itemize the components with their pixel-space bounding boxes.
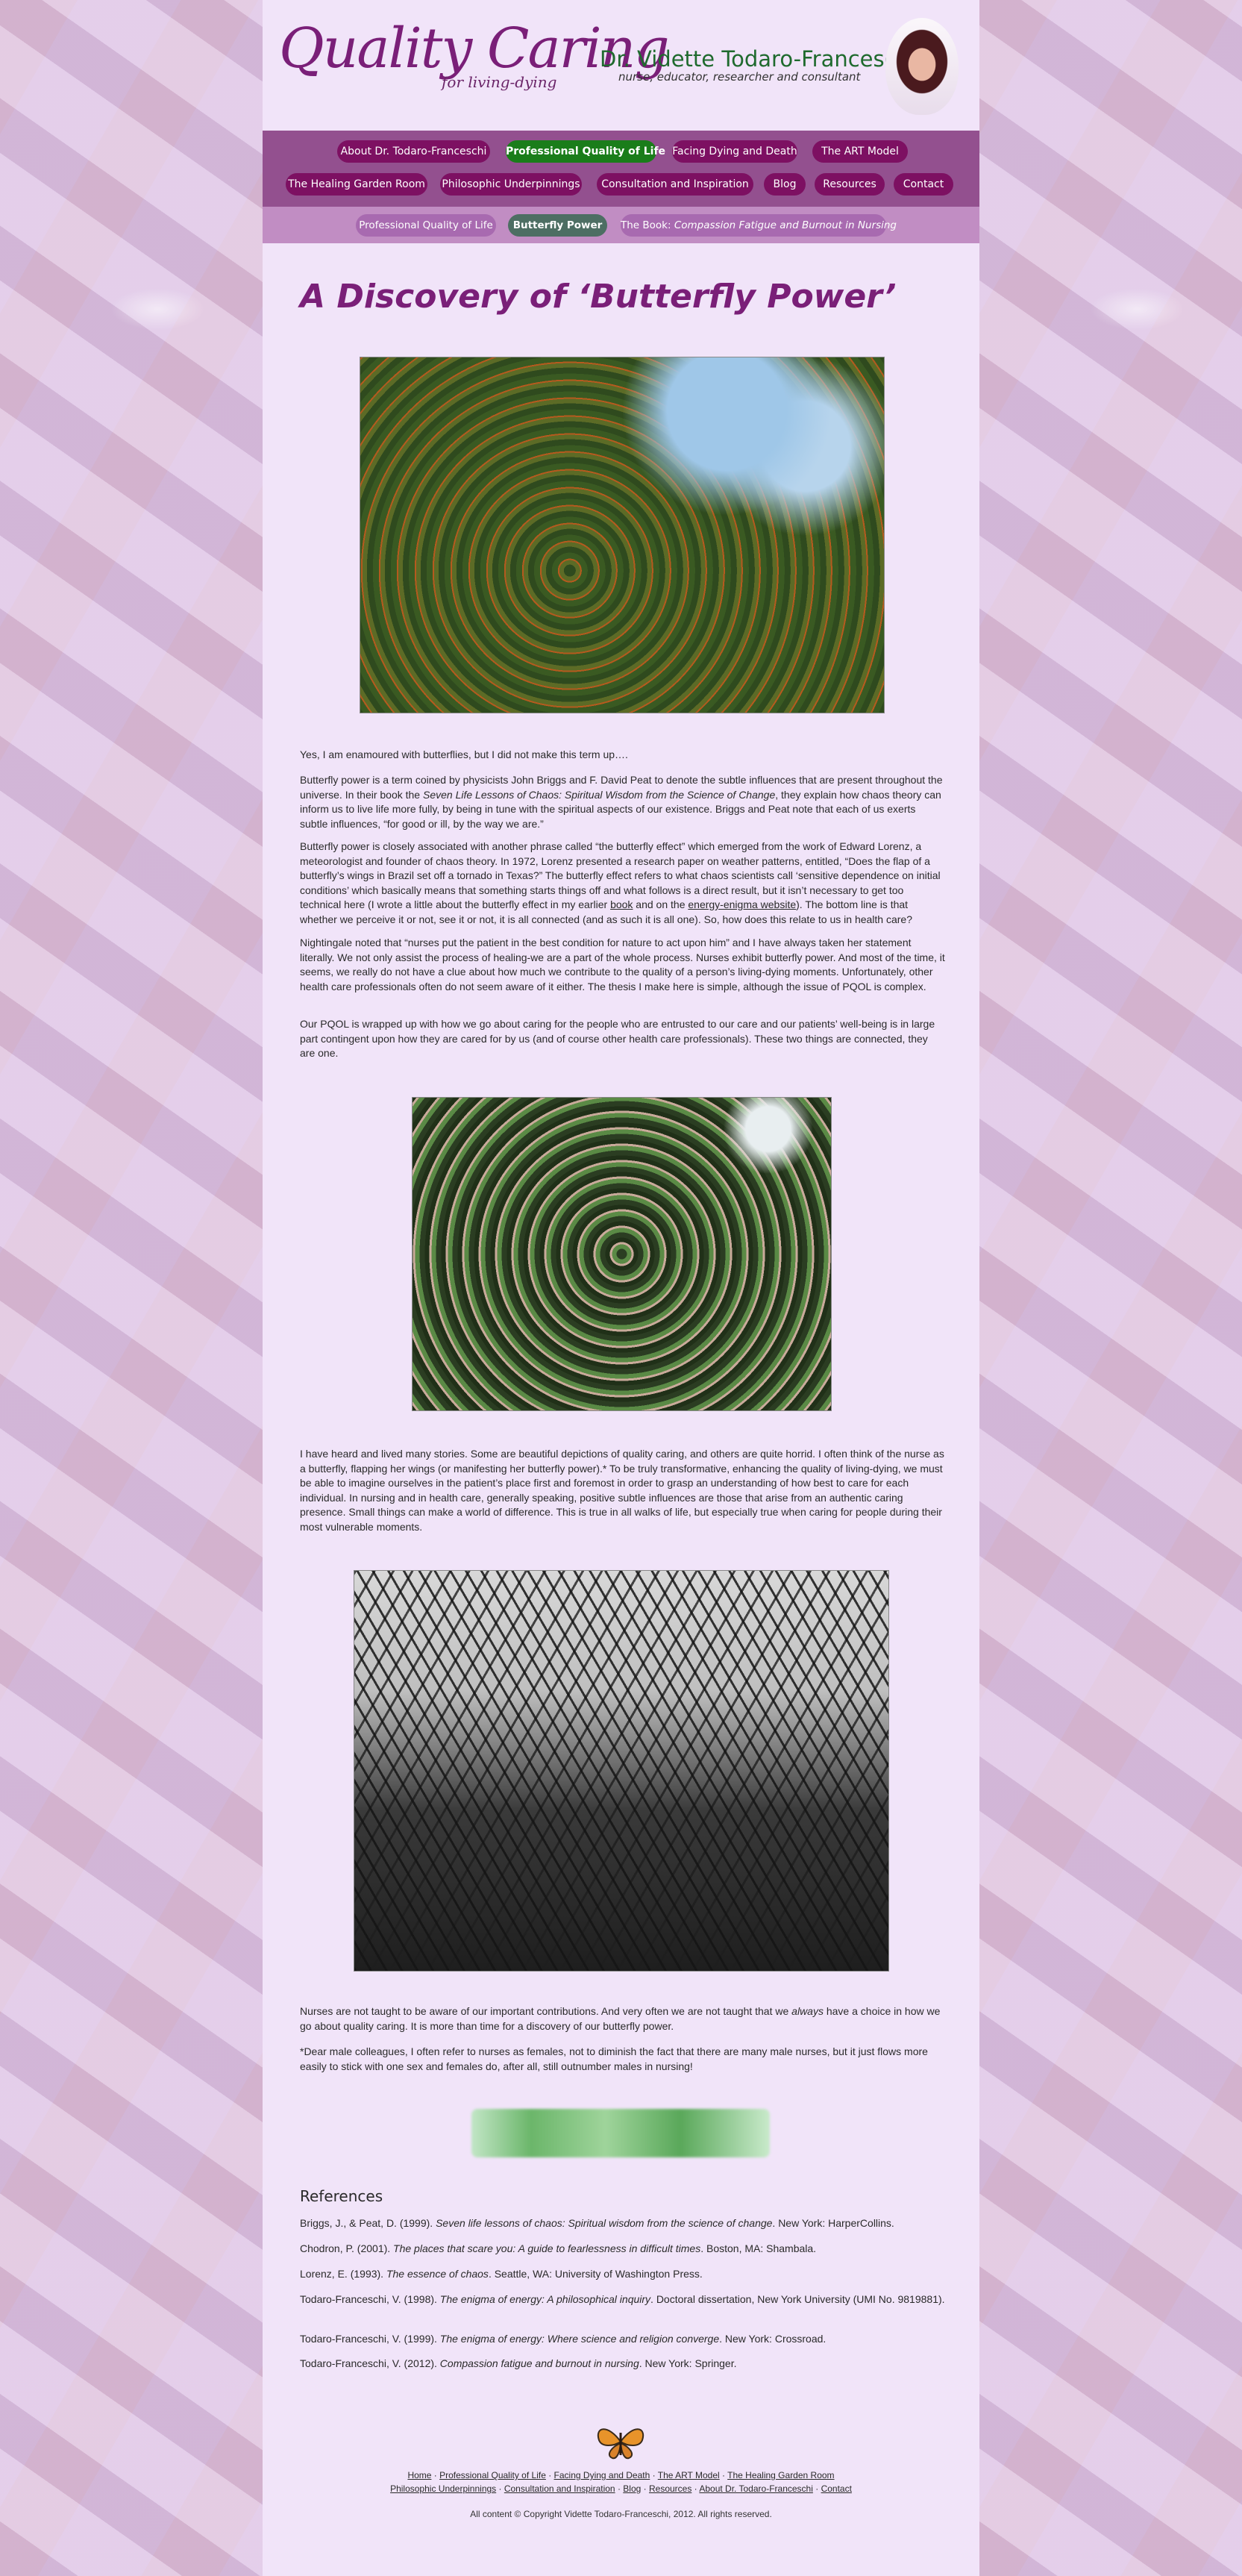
reference-item: Todaro-Franceschi, V. (2012). Compassion… bbox=[300, 2357, 945, 2372]
ref-title: The enigma of energy: A philosophical in… bbox=[439, 2293, 651, 2305]
copyright-notice: All content © Copyright Vidette Todaro-F… bbox=[470, 2509, 772, 2519]
site-header: Quality Caring for living-dying Dr. Vide… bbox=[263, 0, 979, 131]
ref-publisher: . Boston, MA: Shambala. bbox=[700, 2242, 817, 2254]
footer-separator: · bbox=[812, 2483, 821, 2494]
text-span: and on the bbox=[633, 898, 689, 910]
ref-publisher: . Seattle, WA: University of Washington … bbox=[488, 2268, 703, 2280]
nav-about[interactable]: About Dr. Todaro-Franceschi bbox=[337, 140, 490, 163]
book-link[interactable]: book bbox=[610, 898, 633, 910]
monarch-butterflies-in-tree-photo bbox=[360, 357, 885, 713]
subnav-book-compassion-fatigue[interactable]: The Book: Compassion Fatigue and Burnout… bbox=[621, 214, 897, 237]
footer-link-professional-quality-of-life[interactable]: Professional Quality of Life bbox=[439, 2470, 546, 2480]
reference-item: Todaro-Franceschi, V. (1999). The enigma… bbox=[300, 2332, 945, 2347]
nav-blog[interactable]: Blog bbox=[764, 173, 806, 196]
paragraph-butterfly-power-definition: Butterfly power is a term coined by phys… bbox=[300, 773, 945, 831]
book-title-emphasis: Seven Life Lessons of Chaos: Spiritual W… bbox=[423, 788, 776, 801]
background-butterfly-pattern-right bbox=[979, 0, 1242, 2576]
footer-links-row-2: Philosophic Underpinnings · Consultation… bbox=[263, 2483, 979, 2494]
paragraph-butterfly-effect: Butterfly power is closely associated wi… bbox=[300, 840, 945, 927]
ref-author: Chodron, P. (2001). bbox=[300, 2242, 394, 2254]
paragraph-stories: I have heard and lived many stories. Som… bbox=[300, 1448, 944, 1533]
nav-consultation-and-inspiration[interactable]: Consultation and Inspiration bbox=[597, 173, 753, 196]
footer-link-facing-dying-and-death[interactable]: Facing Dying and Death bbox=[554, 2470, 650, 2480]
footer-link-art-model[interactable]: The ART Model bbox=[658, 2470, 720, 2480]
background-butterfly-pattern-left bbox=[0, 0, 263, 2576]
reference-item: Todaro-Franceschi, V. (1998). The enigma… bbox=[300, 2292, 945, 2307]
paragraph-nurses-awareness: Nurses are not taught to be aware of our… bbox=[300, 2004, 945, 2033]
nav-philosophic-underpinnings[interactable]: Philosophic Underpinnings bbox=[440, 173, 582, 196]
subnav-professional-quality-of-life[interactable]: Professional Quality of Life bbox=[356, 214, 496, 237]
paragraph-footnote: *Dear male colleagues, I often refer to … bbox=[300, 2045, 928, 2072]
energy-enigma-website-link[interactable]: energy-enigma website bbox=[688, 898, 796, 910]
nav-resources[interactable]: Resources bbox=[815, 173, 885, 196]
footer-separator: · bbox=[641, 2483, 649, 2494]
footer-link-resources[interactable]: Resources bbox=[649, 2483, 691, 2494]
text-span: Nurses are not taught to be aware of our… bbox=[300, 2005, 792, 2017]
nav-healing-garden-room[interactable]: The Healing Garden Room bbox=[286, 173, 427, 196]
reference-item: Briggs, J., & Peat, D. (1999). Seven lif… bbox=[300, 2216, 945, 2231]
footer-link-blog[interactable]: Blog bbox=[623, 2483, 641, 2494]
ref-title: The essence of chaos bbox=[386, 2268, 489, 2280]
butterfly-silhouettes-pine-photo bbox=[354, 1570, 889, 1972]
author-portrait bbox=[885, 18, 959, 115]
author-name: Dr. Vidette Todaro-Franceschi bbox=[600, 46, 916, 72]
footer-separator: · bbox=[691, 2483, 700, 2494]
footer-separator: · bbox=[615, 2483, 624, 2494]
subnav-book-title: Compassion Fatigue and Burnout in Nursin… bbox=[674, 219, 897, 231]
nav-contact[interactable]: Contact bbox=[894, 173, 953, 196]
green-leaves-divider-image bbox=[471, 2109, 770, 2157]
footer-separator: · bbox=[545, 2470, 554, 2480]
main-navigation: About Dr. Todaro-Franceschi Professional… bbox=[263, 131, 979, 207]
ref-title: The enigma of energy: Where science and … bbox=[439, 2333, 720, 2345]
ref-author: Todaro-Franceschi, V. (2012). bbox=[300, 2357, 440, 2369]
reference-item: Chodron, P. (2001). The places that scar… bbox=[300, 2242, 945, 2257]
paragraph-pqol: Our PQOL is wrapped up with how we go ab… bbox=[300, 1018, 935, 1059]
ref-publisher: . Doctoral dissertation, New York Univer… bbox=[650, 2293, 945, 2305]
footer-link-home[interactable]: Home bbox=[407, 2470, 431, 2480]
footer-links-row-1: Home · Professional Quality of Life · Fa… bbox=[263, 2470, 979, 2480]
footer-separator: · bbox=[496, 2483, 504, 2494]
ref-author: Briggs, J., & Peat, D. (1999). bbox=[300, 2217, 436, 2229]
reference-item: Lorenz, E. (1993). The essence of chaos.… bbox=[300, 2267, 945, 2282]
ref-title: Compassion fatigue and burnout in nursin… bbox=[439, 2357, 639, 2369]
footer-link-philosophic-underpinnings[interactable]: Philosophic Underpinnings bbox=[390, 2483, 496, 2494]
footer-link-contact[interactable]: Contact bbox=[821, 2483, 852, 2494]
nav-art-model[interactable]: The ART Model bbox=[812, 140, 908, 163]
site-subtitle: for living-dying bbox=[442, 73, 557, 91]
subnav-book-prefix: The Book: bbox=[621, 219, 674, 231]
references-heading: References bbox=[300, 2187, 383, 2205]
emphasis-always: always bbox=[791, 2005, 824, 2017]
paragraph-nightingale: Nightingale noted that “nurses put the p… bbox=[300, 937, 945, 992]
ref-title: The places that scare you: A guide to fe… bbox=[393, 2242, 701, 2254]
footer-link-consultation-and-inspiration[interactable]: Consultation and Inspiration bbox=[504, 2483, 615, 2494]
ref-publisher: . New York: Crossroad. bbox=[719, 2333, 827, 2345]
ref-author: Todaro-Franceschi, V. (1999). bbox=[300, 2333, 440, 2345]
footer-separator: · bbox=[719, 2470, 728, 2480]
author-tagline: nurse, educator, researcher and consulta… bbox=[618, 70, 861, 84]
sub-navigation: Professional Quality of Life Butterfly P… bbox=[263, 207, 979, 243]
ref-author: Todaro-Franceschi, V. (1998). bbox=[300, 2293, 440, 2305]
butterflies-on-branches-photo bbox=[412, 1097, 832, 1411]
page-title: A Discovery of ‘Butterfly Power’ bbox=[300, 278, 897, 316]
footer-link-about[interactable]: About Dr. Todaro-Franceschi bbox=[699, 2483, 813, 2494]
ref-publisher: . New York: HarperCollins. bbox=[772, 2217, 894, 2229]
page-content: Quality Caring for living-dying Dr. Vide… bbox=[263, 0, 979, 2576]
ref-title: Seven life lessons of chaos: Spiritual w… bbox=[436, 2217, 773, 2229]
butterfly-logo-icon bbox=[597, 2428, 644, 2460]
subnav-butterfly-power[interactable]: Butterfly Power bbox=[508, 214, 607, 237]
ref-author: Lorenz, E. (1993). bbox=[300, 2268, 386, 2280]
ref-publisher: . New York: Springer. bbox=[639, 2357, 737, 2369]
footer-separator: · bbox=[650, 2470, 658, 2480]
footer-separator: · bbox=[431, 2470, 440, 2480]
footer-link-healing-garden-room[interactable]: The Healing Garden Room bbox=[727, 2470, 834, 2480]
nav-professional-quality-of-life[interactable]: Professional Quality of Life bbox=[506, 140, 665, 163]
nav-facing-dying-and-death[interactable]: Facing Dying and Death bbox=[672, 140, 797, 163]
paragraph-intro: Yes, I am enamoured with butterflies, bu… bbox=[300, 748, 628, 760]
